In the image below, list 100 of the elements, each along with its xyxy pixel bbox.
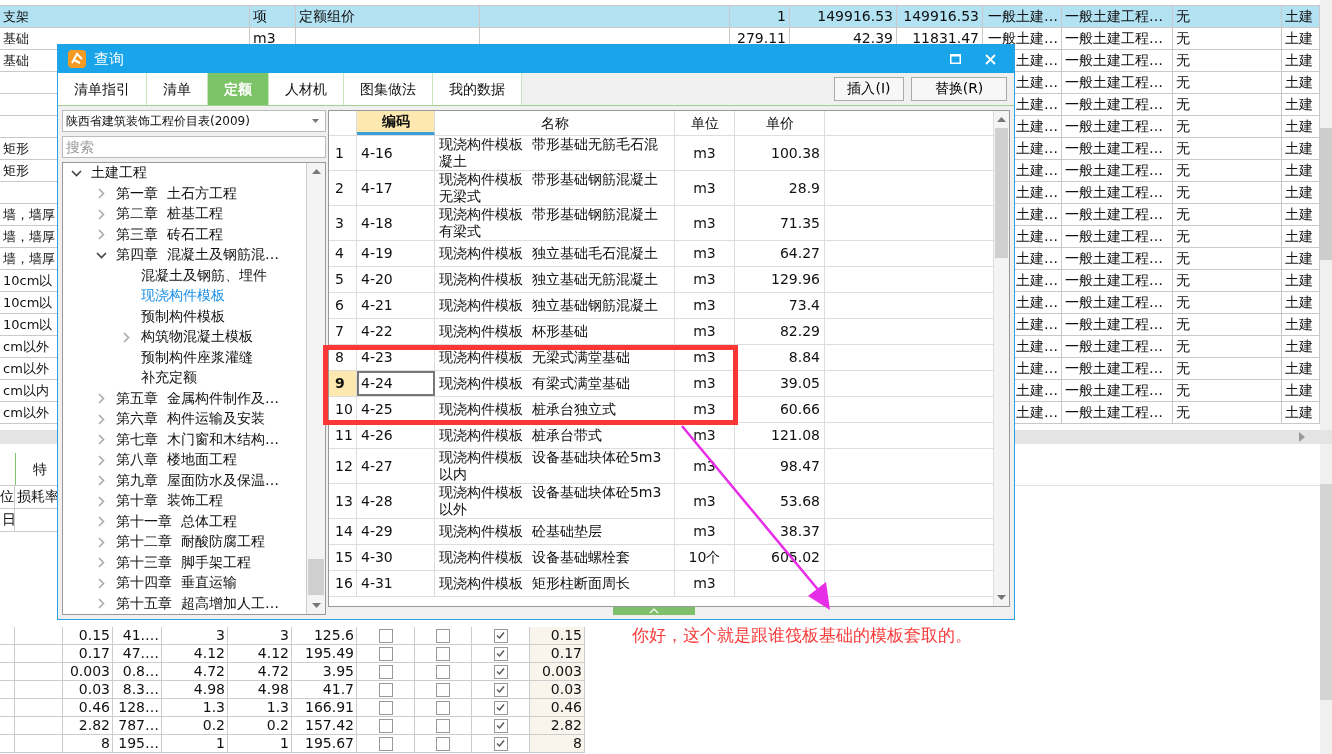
scroll-down-icon[interactable] — [997, 595, 1006, 600]
checkbox[interactable] — [378, 736, 393, 751]
checkbox[interactable] — [493, 700, 508, 715]
tree-item[interactable]: 第十三章 脚手架工程 — [116, 553, 251, 572]
caret-right-icon[interactable] — [97, 188, 105, 200]
caret-right-icon[interactable] — [97, 577, 105, 589]
scroll-right-icon[interactable] — [1298, 432, 1306, 442]
table-cell: 4-23 — [357, 345, 435, 370]
checkbox[interactable] — [436, 736, 450, 751]
vertical-scrollbar[interactable] — [1320, 0, 1332, 430]
close-icon[interactable] — [985, 53, 996, 65]
caret-right-icon[interactable] — [97, 229, 105, 241]
scrollbar-thumb[interactable] — [995, 128, 1008, 258]
tree-item[interactable]: 第二章 桩基工程 — [116, 205, 223, 224]
table-row[interactable]: 7 4-22 现浇构件模板 杯形基础 m3 82.29 — [329, 319, 993, 345]
tab[interactable]: 我的数据 — [433, 73, 522, 105]
caret-right-icon[interactable] — [97, 516, 105, 528]
checkbox[interactable] — [436, 682, 450, 697]
table-cell: 无 — [1173, 116, 1282, 137]
caret-right-icon[interactable] — [97, 434, 105, 446]
table-row[interactable]: 13 4-28 现浇构件模板 设备基础块体砼5m3以外 m3 53.68 — [329, 484, 993, 519]
tree-item[interactable]: 第七章 木门窗和木结构… — [116, 430, 279, 449]
table-cell: 3 — [228, 627, 292, 644]
scroll-up-icon[interactable] — [311, 169, 321, 174]
checkbox[interactable] — [436, 628, 450, 643]
caret-right-icon[interactable] — [122, 331, 130, 343]
scroll-down-icon[interactable] — [311, 603, 321, 608]
tab[interactable]: 人材机 — [269, 73, 344, 105]
vertical-scrollbar[interactable] — [993, 111, 1009, 606]
table-cell: 82.29 — [735, 319, 825, 344]
column-header[interactable]: 单位 — [675, 111, 735, 135]
caret-right-icon[interactable] — [97, 413, 105, 425]
caret-right-icon[interactable] — [97, 536, 105, 548]
checkbox[interactable] — [436, 646, 450, 661]
tree-item[interactable]: 第三章 砖石工程 — [116, 225, 223, 244]
row-number: 9 — [329, 371, 357, 396]
table-row[interactable]: 10 4-25 现浇构件模板 桩承台独立式 m3 60.66 — [329, 397, 993, 423]
table-row[interactable]: 6 4-21 现浇构件模板 独立基础钢筋混凝土 m3 73.4 — [329, 293, 993, 319]
table-row[interactable]: 5 4-20 现浇构件模板 独立基础无筋混凝土 m3 129.96 — [329, 267, 993, 293]
table-row[interactable]: 8 4-23 现浇构件模板 无梁式满堂基础 m3 8.84 — [329, 345, 993, 371]
caret-right-icon[interactable] — [97, 495, 105, 507]
table-row[interactable]: 4 4-19 现浇构件模板 独立基础毛石混凝土 m3 64.27 — [329, 241, 993, 267]
tree-item[interactable]: 第八章 楼地面工程 — [116, 451, 237, 470]
checkbox[interactable] — [378, 646, 393, 661]
tree-item[interactable]: 第一章 土石方工程 — [116, 184, 237, 203]
caret-right-icon[interactable] — [97, 454, 105, 466]
tree-item[interactable]: 第十四章 垂直运输 — [116, 574, 237, 593]
tree-item[interactable]: 第九章 屋面防水及保温… — [116, 471, 279, 490]
table-row[interactable]: 14 4-29 现浇构件模板 砼基础垫层 m3 38.37 — [329, 519, 993, 545]
maximize-icon[interactable] — [950, 54, 961, 64]
checkbox[interactable] — [378, 628, 393, 643]
table-row[interactable]: 9 4-24 现浇构件模板 有梁式满堂基础 m3 39.05 — [329, 371, 993, 397]
action-button[interactable]: 替换(R) — [911, 77, 1007, 101]
splitter-handle[interactable] — [613, 607, 695, 615]
checkbox[interactable] — [493, 718, 508, 733]
column-header[interactable]: 单价 — [735, 111, 825, 135]
table-cell: 41.… — [113, 627, 162, 644]
table-row[interactable]: 11 4-26 现浇构件模板 桩承台带式 m3 121.08 — [329, 423, 993, 449]
scroll-up-icon[interactable] — [997, 117, 1006, 122]
table-row[interactable]: 支架 项 定额组价 1 149916.53 149916.53 一般土建… 一般土建工程… 无 土建 — [0, 6, 1320, 28]
tree-item[interactable]: 土建工程 — [91, 164, 147, 183]
checkbox[interactable] — [493, 736, 508, 751]
column-header[interactable]: 名称 — [435, 111, 675, 135]
checkbox[interactable] — [378, 682, 393, 697]
checkbox[interactable] — [436, 664, 450, 679]
caret-down-icon[interactable] — [70, 169, 82, 177]
vertical-scrollbar[interactable] — [1320, 444, 1332, 754]
checkbox[interactable] — [436, 718, 450, 733]
library-dropdown[interactable]: 陕西省建筑装饰工程价目表(2009) — [62, 110, 326, 132]
vertical-scrollbar[interactable] — [306, 163, 325, 614]
caret-right-icon[interactable] — [97, 475, 105, 487]
scrollbar-thumb[interactable] — [308, 559, 324, 595]
search-field[interactable]: 搜索 — [62, 136, 326, 158]
column-header[interactable]: 编码 — [357, 111, 435, 135]
tab[interactable]: 清单指引 — [58, 73, 147, 105]
checkbox[interactable] — [493, 646, 508, 661]
table-cell: 10个 — [675, 545, 735, 570]
caret-down-icon[interactable] — [95, 251, 107, 259]
tab[interactable]: 清单 — [147, 73, 208, 105]
table-row[interactable]: 2 4-17 现浇构件模板 带形基础钢筋混凝土无梁式 m3 28.9 — [329, 171, 993, 206]
table-row[interactable]: 1 4-16 现浇构件模板 带形基础无筋毛石混凝土 m3 100.38 — [329, 136, 993, 171]
tree-item[interactable]: 第十一章 总体工程 — [116, 512, 237, 531]
caret-right-icon[interactable] — [97, 598, 105, 610]
checkbox[interactable] — [493, 628, 508, 643]
checkbox[interactable] — [493, 664, 508, 679]
tab[interactable]: 图集做法 — [344, 73, 433, 105]
tree-item[interactable]: 第十五章 超高增加人工… — [116, 594, 279, 613]
caret-right-icon[interactable] — [97, 557, 105, 569]
action-button[interactable]: 插入(I) — [834, 77, 904, 101]
tree-item[interactable]: 第十章 装饰工程 — [116, 492, 223, 511]
checkbox[interactable] — [436, 700, 450, 715]
caret-right-icon[interactable] — [97, 393, 105, 405]
checkbox[interactable] — [493, 682, 508, 697]
checkbox[interactable] — [378, 664, 393, 679]
checkbox[interactable] — [378, 718, 393, 733]
caret-right-icon[interactable] — [97, 208, 105, 220]
row-number: 1 — [329, 136, 357, 170]
table-row[interactable]: 3 4-18 现浇构件模板 带形基础钢筋混凝土有梁式 m3 71.35 — [329, 206, 993, 241]
checkbox[interactable] — [378, 700, 393, 715]
tree-item[interactable]: 第十二章 耐酸防腐工程 — [116, 533, 265, 552]
